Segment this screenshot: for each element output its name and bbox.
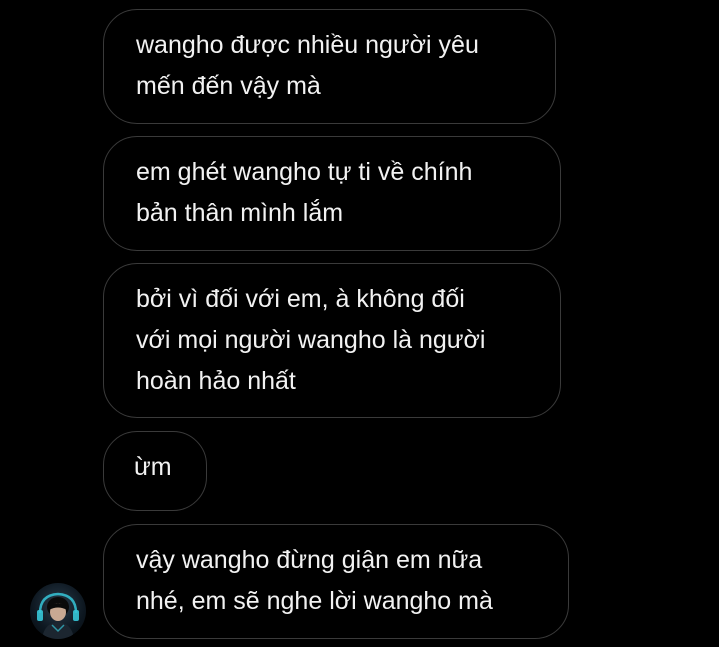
message-bubble[interactable]: ừm — [103, 431, 207, 511]
message-text-line: vậy wangho đừng giận em nữa — [136, 546, 483, 574]
message-text-line: em ghét wangho tự ti về chính — [136, 158, 473, 186]
message-bubble[interactable]: wangho được nhiều người yêu mến đến vậy … — [103, 9, 556, 124]
message-text-line: mến đến vậy mà — [136, 72, 321, 100]
user-avatar-icon — [37, 592, 79, 639]
message-bubble[interactable]: vậy wangho đừng giận em nữa nhé, em sẽ n… — [103, 524, 569, 639]
message-text-line: nhé, em sẽ nghe lời wangho mà — [136, 587, 493, 615]
message-text-line: wangho được nhiều người yêu — [136, 31, 479, 59]
message-bubble[interactable]: bởi vì đối với em, à không đối với mọi n… — [103, 263, 561, 418]
message-thread: wangho được nhiều người yêu mến đến vậy … — [0, 0, 719, 647]
message-text-line: bởi vì đối với em, à không đối — [136, 285, 465, 313]
message-text-line: với mọi người wangho là người — [136, 326, 486, 354]
message-text-line: bản thân mình lắm — [136, 199, 344, 227]
message-text-line: hoàn hảo nhất — [136, 367, 296, 395]
message-text-line: ừm — [134, 453, 172, 481]
sender-avatar[interactable] — [30, 583, 86, 639]
message-bubble[interactable]: em ghét wangho tự ti về chính bản thân m… — [103, 136, 561, 251]
